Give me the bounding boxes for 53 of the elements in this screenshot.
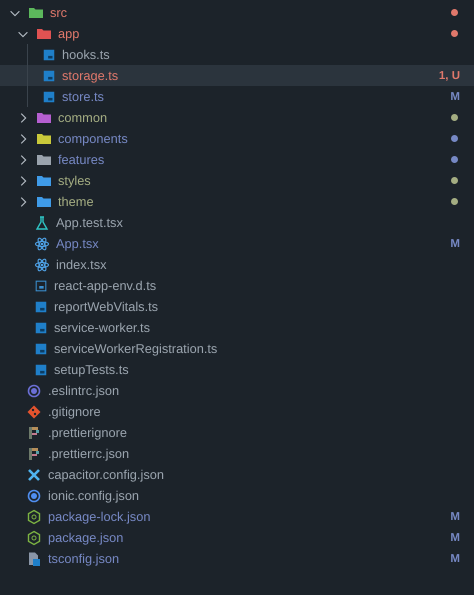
git-status-label: M — [450, 238, 460, 250]
file-item[interactable]: ionic.config.json — [0, 485, 474, 506]
flask-icon — [34, 214, 50, 230]
file-item[interactable]: package.json M — [0, 527, 474, 548]
file-item[interactable]: .prettierrc.json — [0, 443, 474, 464]
file-item[interactable]: service-worker.ts — [0, 317, 474, 338]
git-status-label: M — [450, 90, 460, 102]
file-item[interactable]: .gitignore — [0, 401, 474, 422]
atom-icon — [34, 236, 50, 252]
typescript-file-icon — [42, 90, 56, 104]
file-item[interactable]: capacitor.config.json — [0, 464, 474, 485]
atom-icon — [34, 256, 50, 272]
file-item[interactable]: .prettierignore — [0, 422, 474, 443]
typescript-file-icon — [34, 320, 48, 334]
config-file-icon — [26, 550, 42, 566]
git-status-label: M — [450, 532, 460, 544]
folder-item[interactable]: features — [0, 149, 474, 170]
hexagon-icon — [26, 508, 42, 524]
git-status-label: 1, U — [438, 70, 460, 82]
file-item[interactable]: storage.ts 1, U — [0, 65, 474, 86]
file-item[interactable]: App.tsx M — [0, 233, 474, 254]
typescript-file-icon — [42, 48, 56, 62]
git-status-label: M — [450, 510, 460, 522]
folder-item[interactable]: styles — [0, 170, 474, 191]
hexagon-icon — [26, 530, 42, 546]
file-item[interactable]: reportWebVitals.ts — [0, 296, 474, 317]
file-item[interactable]: setupTests.ts — [0, 359, 474, 380]
bars-icon — [26, 424, 42, 440]
ring-icon — [26, 382, 42, 398]
folder-item[interactable]: common — [0, 107, 474, 128]
folder-item[interactable]: theme — [0, 191, 474, 212]
folder-item[interactable]: src — [0, 2, 474, 23]
file-item[interactable]: serviceWorkerRegistration.ts — [0, 338, 474, 359]
typescript-file-icon — [34, 278, 48, 292]
file-item[interactable]: react-app-env.d.ts — [0, 275, 474, 296]
file-item[interactable]: hooks.ts — [0, 44, 474, 65]
git-status-label: M — [450, 552, 460, 564]
file-item[interactable]: package-lock.json M — [0, 506, 474, 527]
typescript-file-icon — [34, 342, 48, 356]
folder-item[interactable]: app — [0, 23, 474, 44]
bars-icon — [26, 446, 42, 462]
folder-item[interactable]: components — [0, 128, 474, 149]
file-item[interactable]: tsconfig.json M — [0, 548, 474, 569]
typescript-file-icon — [34, 300, 48, 314]
typescript-file-icon — [34, 362, 48, 376]
file-item[interactable]: store.ts M — [0, 86, 474, 107]
file-item[interactable]: .eslintrc.json — [0, 380, 474, 401]
diamond-icon — [26, 404, 42, 420]
file-item[interactable]: index.tsx — [0, 254, 474, 275]
ring-icon — [26, 488, 42, 504]
typescript-file-icon — [42, 68, 56, 82]
cross-icon — [26, 466, 42, 482]
file-item[interactable]: App.test.tsx — [0, 212, 474, 233]
